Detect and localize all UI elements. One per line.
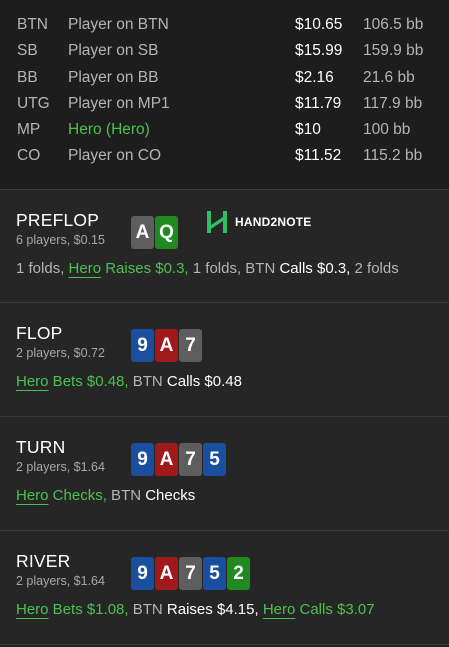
player-name[interactable]: Player on SB xyxy=(68,38,158,64)
card: A xyxy=(155,557,178,590)
player-name[interactable]: Player on MP1 xyxy=(68,91,170,117)
street-preflop: PREFLOP 6 players, $0.15 AQ HAND2NOTE 1 … xyxy=(0,190,449,303)
opponent-action: Checks xyxy=(145,487,196,504)
hero-action: Bets $1.08, xyxy=(48,601,129,618)
street-actions: Hero Bets $1.08, BTN Raises $4.15, Hero … xyxy=(16,601,375,618)
action-text: BTN xyxy=(106,487,146,504)
player-row[interactable]: SB Player on SB $15.99 159.9 bb xyxy=(0,38,449,64)
card: A xyxy=(131,216,154,249)
player-row[interactable]: BTN Player on BTN $10.65 106.5 bb xyxy=(0,12,449,38)
street-title: FLOP xyxy=(16,323,63,343)
card: 7 xyxy=(179,557,202,590)
player-row[interactable]: CO Player on CO $11.52 115.2 bb xyxy=(0,143,449,169)
board-cards: 9A7 xyxy=(131,329,202,362)
street-summary: 6 players, $0.15 xyxy=(16,233,105,247)
players-table: BTN Player on BTN $10.65 106.5 bb SB Pla… xyxy=(0,0,449,190)
hand2note-logo[interactable]: HAND2NOTE xyxy=(206,210,311,234)
player-stack: $10 xyxy=(295,121,321,139)
action-text: BTN xyxy=(128,601,167,618)
hole-cards: AQ xyxy=(131,216,178,249)
player-position: BB xyxy=(17,68,38,86)
action-text: BTN xyxy=(128,373,167,390)
hand2note-logo-text: HAND2NOTE xyxy=(235,215,312,229)
player-position: CO xyxy=(17,147,41,165)
board-cards: 9A752 xyxy=(131,557,250,590)
street-actions: 1 folds, Hero Raises $0.3, 1 folds, BTN … xyxy=(16,260,399,277)
player-stack-bb: 115.2 bb xyxy=(363,147,423,165)
street-river: RIVER 2 players, $1.64 9A752 Hero Bets $… xyxy=(0,531,449,645)
player-row[interactable]: UTG Player on MP1 $11.79 117.9 bb xyxy=(0,91,449,117)
player-stack-bb: 100 bb xyxy=(363,121,411,139)
street-summary: 2 players, $0.72 xyxy=(16,346,105,360)
opponent-action: Calls $0.48 xyxy=(166,373,242,390)
player-stack: $11.79 xyxy=(295,94,342,112)
player-stack: $2.16 xyxy=(295,68,334,86)
hero-action: Checks, xyxy=(48,487,107,504)
card: 9 xyxy=(131,329,154,362)
player-row[interactable]: BB Player on BB $2.16 21.6 bb xyxy=(0,65,449,91)
card: A xyxy=(155,443,178,476)
street-title: TURN xyxy=(16,437,66,457)
street-flop: FLOP 2 players, $0.72 9A7 Hero Bets $0.4… xyxy=(0,303,449,417)
h2n-logo-icon xyxy=(207,211,227,233)
card: 9 xyxy=(131,443,154,476)
player-position: MP xyxy=(17,121,41,139)
hero-link[interactable]: Hero xyxy=(16,601,49,618)
street-turn: TURN 2 players, $1.64 9A75 Hero Checks, … xyxy=(0,417,449,531)
hero-link[interactable]: Hero xyxy=(263,601,296,618)
street-summary: 2 players, $1.64 xyxy=(16,460,105,474)
player-name[interactable]: Player on BTN xyxy=(68,12,169,38)
street-title: PREFLOP xyxy=(16,210,100,230)
player-name[interactable]: Player on CO xyxy=(68,143,161,169)
card: 7 xyxy=(179,443,202,476)
card: 5 xyxy=(203,557,226,590)
player-row-hero[interactable]: MP Hero (Hero) $10 100 bb xyxy=(0,117,449,143)
action-text: 2 folds xyxy=(350,260,399,277)
hero-action: Raises $0.3, xyxy=(101,260,189,277)
card: 7 xyxy=(179,329,202,362)
card: A xyxy=(155,329,178,362)
opponent-action: Calls $0.3, xyxy=(279,260,351,277)
player-position: SB xyxy=(17,42,38,60)
action-text: 1 folds, BTN xyxy=(188,260,280,277)
hero-link[interactable]: Hero xyxy=(69,260,102,277)
player-stack: $15.99 xyxy=(295,42,343,60)
player-position: BTN xyxy=(17,16,48,33)
hero-link[interactable]: Hero xyxy=(16,373,49,390)
player-stack-bb: 159.9 bb xyxy=(363,42,424,60)
street-actions: Hero Checks, BTN Checks xyxy=(16,487,195,504)
card: 5 xyxy=(203,443,226,476)
hero-action: Bets $0.48, xyxy=(48,373,129,390)
street-title: RIVER xyxy=(16,551,71,571)
hero-action: Calls $3.07 xyxy=(295,601,375,618)
card: 9 xyxy=(131,557,154,590)
hero-name[interactable]: Hero (Hero) xyxy=(68,117,150,143)
hero-link[interactable]: Hero xyxy=(16,487,49,504)
opponent-action: Raises $4.15, xyxy=(166,601,259,618)
player-stack: $10.65 xyxy=(295,16,343,33)
player-stack: $11.52 xyxy=(295,147,342,165)
street-summary: 2 players, $1.64 xyxy=(16,574,105,588)
player-stack-bb: 117.9 bb xyxy=(363,94,423,112)
player-stack-bb: 21.6 bb xyxy=(363,68,415,86)
action-text: 1 folds, xyxy=(16,260,69,277)
player-position: UTG xyxy=(17,94,50,112)
street-actions: Hero Bets $0.48, BTN Calls $0.48 xyxy=(16,373,242,390)
card: Q xyxy=(155,216,178,249)
player-name[interactable]: Player on BB xyxy=(68,65,158,91)
card: 2 xyxy=(227,557,250,590)
board-cards: 9A75 xyxy=(131,443,226,476)
player-stack-bb: 106.5 bb xyxy=(363,16,424,33)
